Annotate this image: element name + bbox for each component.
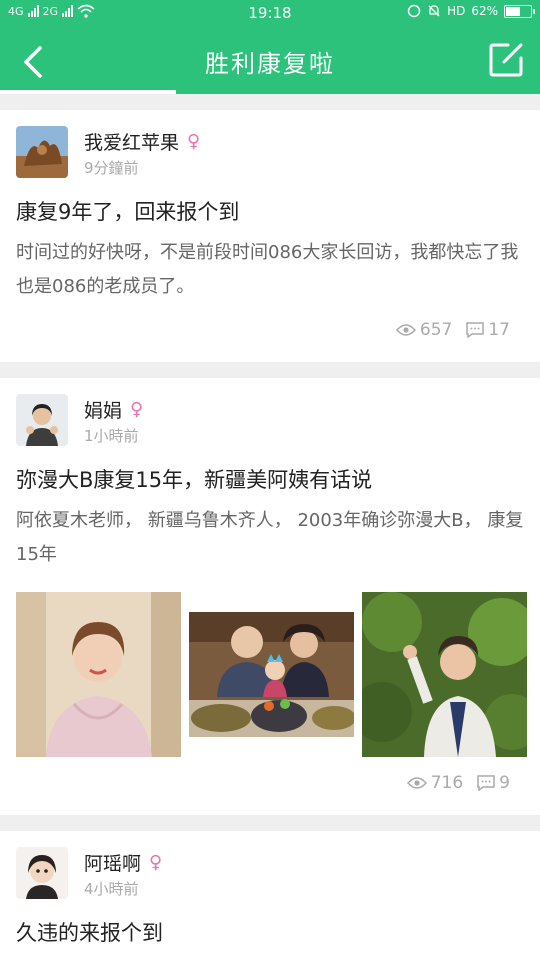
- post-header: 我爱红苹果 ♀ 9分鐘前: [16, 126, 524, 178]
- eye-icon: [406, 777, 427, 789]
- post-stats: 716 9: [16, 757, 524, 815]
- comment-icon: [477, 775, 495, 791]
- post-title[interactable]: 康复9年了，回来报个到: [16, 196, 524, 226]
- status-bar: 4G 2G 19:18 HD 62%: [0, 0, 540, 26]
- battery-text: 62%: [471, 4, 498, 18]
- sync-icon: [407, 4, 421, 18]
- comment-count[interactable]: 9: [477, 773, 510, 793]
- user-meta: 阿瑶啊 ♀ 4小時前: [84, 849, 162, 899]
- edit-icon: [489, 43, 523, 77]
- page-title: 胜利康复啦: [205, 50, 335, 78]
- username-text: 我爱红苹果: [84, 132, 180, 154]
- post-feed[interactable]: 我爱红苹果 ♀ 9分鐘前 康复9年了，回来报个到 时间过的好快呀，不是前段时间0…: [0, 94, 540, 960]
- status-icons: HD 62%: [407, 4, 535, 18]
- avatar[interactable]: [16, 847, 68, 899]
- post-photo[interactable]: [16, 592, 181, 757]
- comment-count-text: 17: [488, 320, 510, 340]
- post-card[interactable]: 阿瑶啊 ♀ 4小時前 久违的来报个到: [0, 831, 540, 960]
- user-meta: 我爱红苹果 ♀ 9分鐘前: [84, 128, 200, 178]
- post-photo[interactable]: [352, 592, 540, 757]
- avatar[interactable]: [16, 394, 68, 446]
- view-count-text: 716: [430, 773, 464, 793]
- post-time: 9分鐘前: [84, 159, 139, 177]
- photo-grid: [16, 592, 540, 757]
- username-text: 阿瑶啊: [84, 853, 142, 875]
- post-header: 娟娟 ♀ 1小時前: [16, 394, 524, 446]
- post-card[interactable]: 娟娟 ♀ 1小時前 弥漫大B康复15年，新疆美阿姨有话说 阿依夏木老师， 新疆乌…: [0, 378, 540, 815]
- view-count: 657: [395, 320, 453, 340]
- avatar[interactable]: [16, 126, 68, 178]
- user-meta: 娟娟 ♀ 1小時前: [84, 396, 143, 446]
- battery-fill: [506, 6, 520, 16]
- view-count-text: 657: [419, 320, 453, 340]
- post-time: 1小時前: [84, 427, 139, 445]
- post-stats: 657 17: [16, 304, 524, 362]
- username-text: 娟娟: [84, 400, 123, 422]
- post-time: 4小時前: [84, 880, 139, 898]
- hd-call-icon: HD: [447, 4, 466, 18]
- battery-icon: [504, 4, 535, 18]
- post-card[interactable]: 我爱红苹果 ♀ 9分鐘前 康复9年了，回来报个到 时间过的好快呀，不是前段时间0…: [0, 110, 540, 362]
- eye-icon: [395, 324, 416, 336]
- username[interactable]: 我爱红苹果 ♀: [84, 128, 200, 155]
- username[interactable]: 娟娟 ♀: [84, 396, 143, 423]
- title-bar: 胜利康复啦: [0, 26, 540, 94]
- post-body-cut-off: [16, 947, 524, 960]
- post-title[interactable]: 久违的来报个到: [16, 917, 524, 947]
- comment-count[interactable]: 17: [466, 320, 510, 340]
- view-count: 716: [406, 773, 464, 793]
- female-icon: ♀: [187, 131, 201, 152]
- post-body: 阿依夏木老师， 新疆乌鲁木齐人， 2003年确诊弥漫大B， 康复15年: [16, 510, 524, 565]
- female-icon: ♀: [130, 399, 144, 420]
- post-title[interactable]: 弥漫大B康复15年，新疆美阿姨有话说: [16, 464, 524, 494]
- post-header: 阿瑶啊 ♀ 4小時前: [16, 847, 524, 899]
- compose-button[interactable]: [486, 40, 526, 80]
- comment-icon: [466, 322, 485, 338]
- bell-off-icon: [428, 5, 440, 17]
- comment-count-text: 9: [499, 773, 510, 793]
- female-icon: ♀: [149, 852, 163, 873]
- post-body: 时间过的好快呀，不是前段时间086大家长回访，我都快忘了我也是086的老成员了。: [16, 242, 519, 297]
- username[interactable]: 阿瑶啊 ♀: [84, 849, 162, 876]
- post-photo[interactable]: [189, 612, 356, 737]
